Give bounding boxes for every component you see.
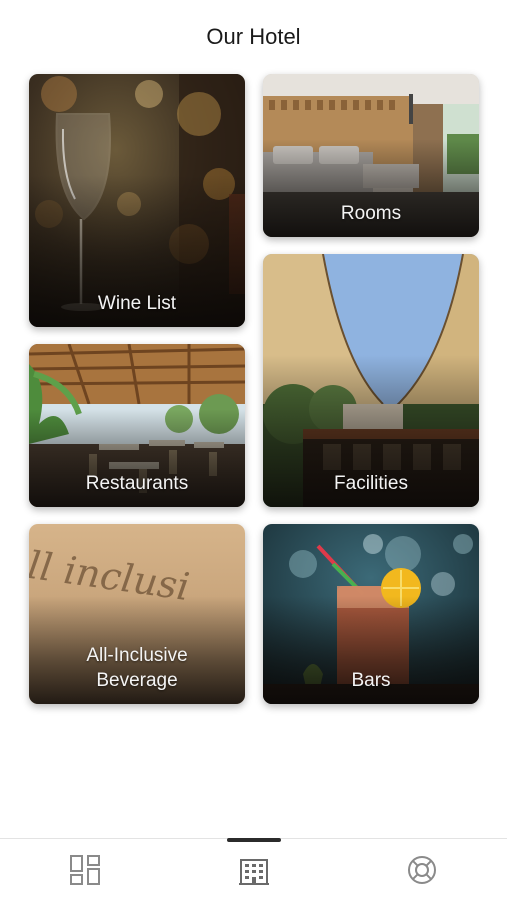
tile-label: Wine List xyxy=(97,293,177,314)
nav-hotel-button[interactable] xyxy=(232,848,276,892)
hotel-building-icon xyxy=(239,859,269,885)
tile-rooms[interactable]: Rooms xyxy=(263,74,479,237)
header: Our Hotel xyxy=(0,0,507,74)
tile-label: All-Inclusive Beverage xyxy=(86,645,188,691)
page-title: Our Hotel xyxy=(206,24,301,49)
tile-bars[interactable]: Bars xyxy=(263,524,479,704)
tile-all-inclusive-beverage[interactable]: ll inclusi All-Inclusive Beverage xyxy=(29,524,245,704)
active-tab-indicator xyxy=(227,838,281,842)
tile-wine-list[interactable]: Wine List xyxy=(29,74,245,327)
tile-label: Facilities xyxy=(334,473,408,494)
tile-label: Restaurants xyxy=(85,473,189,494)
tile-label: Rooms xyxy=(340,203,402,224)
tile-restaurants[interactable]: Restaurants xyxy=(29,344,245,507)
nav-dashboard-button[interactable] xyxy=(63,848,107,892)
tile-label: Bars xyxy=(351,670,391,691)
tile-facilities[interactable]: Facilities xyxy=(263,254,479,507)
dashboard-icon xyxy=(70,855,100,885)
nav-help-button[interactable] xyxy=(400,848,444,892)
lifebuoy-icon xyxy=(408,856,436,884)
